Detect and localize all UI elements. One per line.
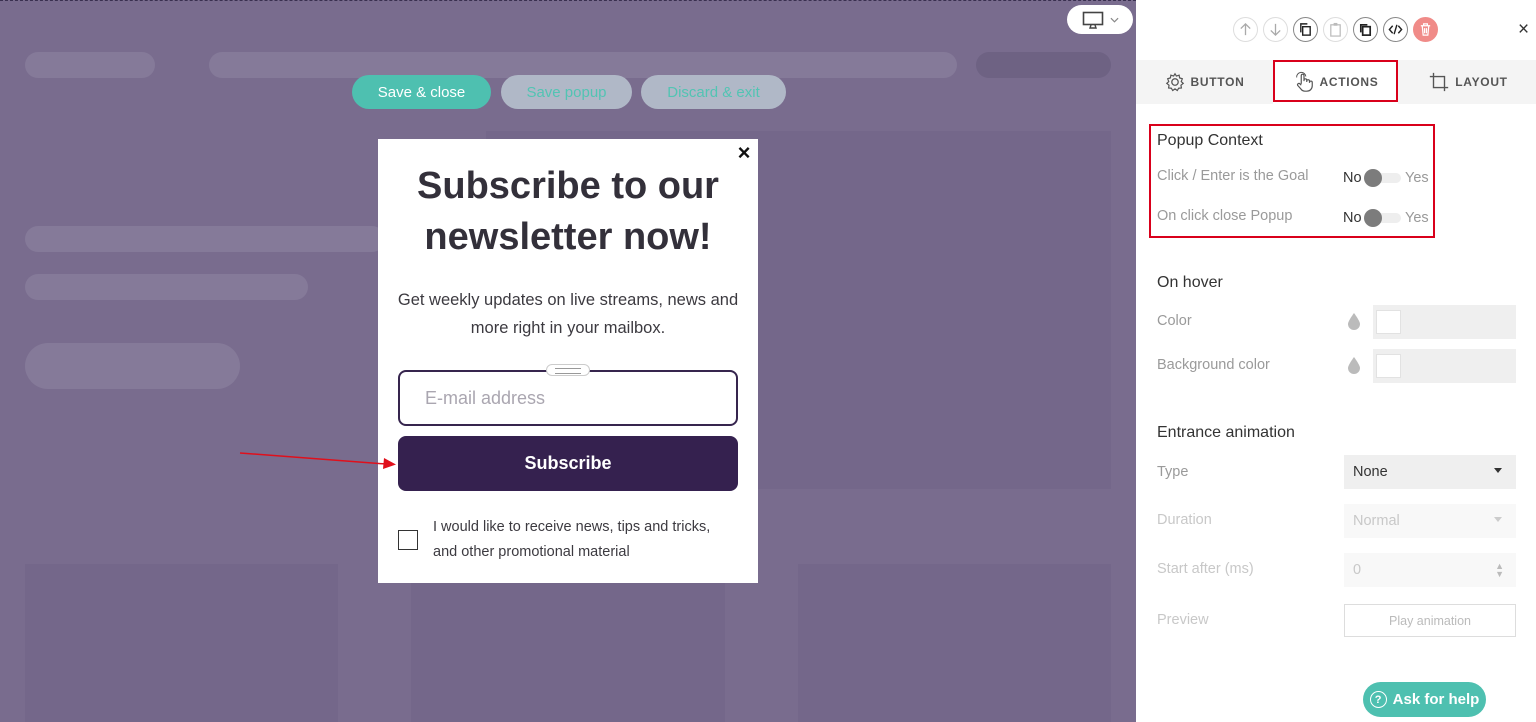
color-swatch[interactable]	[1376, 310, 1401, 334]
toggle-no-label: No	[1343, 170, 1362, 186]
panel-tabs: BUTTON ACTIONS LAYOUT	[1136, 60, 1536, 104]
hover-bg-color-picker[interactable]	[1373, 349, 1516, 383]
tab-layout[interactable]: LAYOUT	[1400, 60, 1536, 104]
move-down-button[interactable]	[1263, 17, 1288, 42]
popup-subtitle[interactable]: Get weekly updates on live streams, news…	[394, 286, 742, 342]
consent-label: I would like to receive news, tips and t…	[433, 519, 711, 560]
color-drop-icon[interactable]	[1347, 356, 1361, 374]
device-switcher[interactable]	[1067, 5, 1133, 34]
newsletter-popup: × Subscribe to our newsletter now! Get w…	[378, 139, 758, 583]
placeholder-heading	[25, 226, 385, 252]
code-button[interactable]	[1383, 17, 1408, 42]
toggle-yes-label: Yes	[1405, 210, 1429, 226]
play-animation-button[interactable]: Play animation	[1344, 604, 1516, 637]
click-goal-label: Click / Enter is the Goal	[1157, 168, 1309, 184]
question-icon: ?	[1369, 691, 1387, 708]
animation-duration-value: Normal	[1353, 513, 1400, 529]
ask-for-help-label: Ask for help	[1392, 691, 1480, 708]
animation-duration-select[interactable]: Normal	[1344, 504, 1516, 538]
delete-button[interactable]	[1413, 17, 1438, 42]
tab-actions-label: ACTIONS	[1319, 75, 1379, 89]
caret-down-icon	[1494, 468, 1502, 473]
close-popup-toggle[interactable]: No Yes	[1343, 208, 1429, 228]
hover-color-picker[interactable]	[1373, 305, 1516, 339]
paste-icon	[1330, 22, 1341, 37]
arrow-down-icon	[1270, 23, 1281, 37]
gear-icon	[1165, 72, 1184, 92]
chevron-down-icon	[1109, 17, 1119, 23]
arrow-up-icon	[1240, 22, 1251, 36]
start-after-value: 0	[1353, 562, 1362, 578]
save-popup-button[interactable]: Save popup	[501, 75, 632, 109]
placeholder-logo	[25, 52, 155, 78]
desktop-icon	[1082, 11, 1103, 29]
start-after-input[interactable]: 0 ▲ ▼	[1344, 553, 1516, 587]
placeholder-text	[25, 274, 308, 300]
click-goal-toggle[interactable]: No Yes	[1343, 168, 1429, 188]
animation-duration-label: Duration	[1157, 512, 1212, 528]
paste-button[interactable]	[1323, 17, 1348, 42]
tab-actions[interactable]: ACTIONS	[1273, 60, 1398, 104]
close-popup-label: On click close Popup	[1157, 208, 1293, 224]
caret-down-icon	[1494, 517, 1502, 522]
consent-checkbox[interactable]	[398, 530, 418, 550]
color-swatch[interactable]	[1376, 354, 1401, 378]
email-field[interactable]: E-mail address	[398, 370, 738, 426]
toggle-yes-label: Yes	[1405, 170, 1429, 186]
copy-button[interactable]	[1293, 17, 1318, 42]
placeholder-card	[798, 564, 1111, 722]
on-hover-title: On hover	[1157, 274, 1223, 291]
code-icon	[1388, 24, 1403, 35]
copy-icon	[1300, 23, 1311, 36]
animation-type-value: None	[1353, 464, 1388, 480]
toggle-no-label: No	[1343, 210, 1362, 226]
hover-bg-color-label: Background color	[1157, 357, 1270, 373]
popup-context-title: Popup Context	[1157, 132, 1263, 149]
spinner-icon[interactable]: ▲ ▼	[1495, 562, 1504, 579]
start-after-label: Start after (ms)	[1157, 561, 1254, 577]
save-close-button[interactable]: Save & close	[352, 75, 491, 109]
tab-layout-label: LAYOUT	[1455, 75, 1508, 89]
move-up-button[interactable]	[1233, 17, 1258, 42]
annotation-arrow-icon	[239, 452, 396, 469]
placeholder-nav-button	[976, 52, 1111, 78]
preview-label: Preview	[1157, 612, 1209, 628]
pointer-hand-icon	[1295, 71, 1313, 92]
animation-type-label: Type	[1157, 464, 1189, 480]
tab-button-label: BUTTON	[1190, 75, 1245, 89]
placeholder-button	[25, 343, 240, 389]
placeholder-card	[25, 564, 338, 722]
placeholder-card	[411, 564, 725, 722]
crop-icon	[1430, 72, 1449, 92]
subscribe-button[interactable]: Subscribe	[398, 436, 738, 491]
discard-exit-button[interactable]: Discard & exit	[641, 75, 786, 109]
ask-for-help-button[interactable]: ? Ask for help	[1363, 682, 1486, 717]
hover-color-label: Color	[1157, 313, 1192, 329]
tab-button[interactable]: BUTTON	[1136, 60, 1272, 104]
duplicate-icon	[1359, 23, 1372, 36]
panel-close-icon[interactable]: ×	[1518, 20, 1529, 39]
editor-canvas: Save & close Save popup Discard & exit ×…	[0, 0, 1136, 722]
entrance-animation-title: Entrance animation	[1157, 424, 1295, 441]
animation-type-select[interactable]: None	[1344, 455, 1516, 489]
toggle-knob[interactable]	[1364, 169, 1382, 187]
settings-panel: × BUTTON ACTIONS LAYOUT Popup Context Cl	[1136, 0, 1536, 722]
canvas-border	[0, 0, 1136, 1]
popup-title[interactable]: Subscribe to our newsletter now!	[378, 161, 758, 263]
resize-handle-icon[interactable]	[546, 364, 590, 376]
color-drop-icon[interactable]	[1347, 312, 1361, 330]
trash-icon	[1420, 23, 1431, 36]
toggle-knob[interactable]	[1364, 209, 1382, 227]
duplicate-button[interactable]	[1353, 17, 1378, 42]
